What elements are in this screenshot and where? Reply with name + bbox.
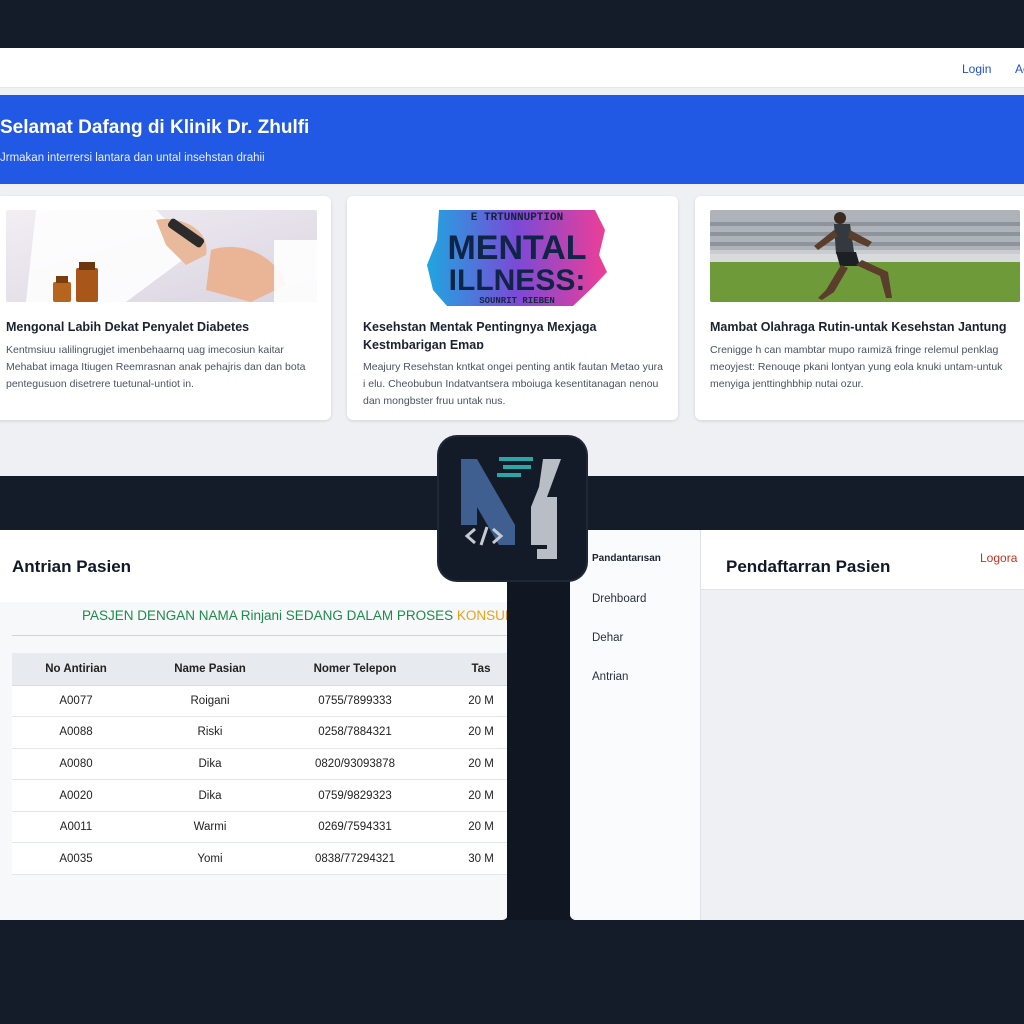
registration-screenshot: Pandantarısan Drehboard Dehar Antrian Pe… [570, 530, 1024, 920]
patient-name: Roigani [140, 685, 280, 718]
date-cell: 30 M [430, 842, 508, 876]
article-excerpt: Meajury Resehstan kntkat ongei penting a… [363, 361, 664, 407]
queue-number: A0020 [12, 779, 140, 812]
brand-logo [439, 437, 586, 580]
table-row[interactable]: A0077 Roigani 0755/7899333 20 M [12, 685, 508, 718]
sidebar: Pandantarısan Drehboard Dehar Antrian [570, 530, 701, 920]
article-excerpt: Kentmsiuu ıalilingrugjet imenbehaarnq ua… [6, 344, 306, 390]
article-card-exercise[interactable]: Mambat Olahraga Rutin-untak Kesehstan Ja… [695, 196, 1024, 420]
registration-header: Pendaftarran Pasien Logora [701, 530, 1024, 590]
table-row[interactable]: A0011 Warmi 0269/7594331 20 M [12, 811, 508, 844]
article-card-diabetes[interactable]: Mengonal Labih Dekat Penyalet Diabetes K… [0, 196, 331, 420]
date-cell: 20 M [430, 811, 508, 844]
queue-number: A0077 [12, 685, 140, 718]
phone-number: 0258/7884321 [280, 716, 430, 749]
logo-divider-bar [507, 560, 570, 920]
logout-link[interactable]: Logora [980, 551, 1017, 565]
poster-text-top: E TRTUNNUPTION [471, 212, 563, 224]
status-highlight: KONSULTA [456, 608, 508, 623]
hero-subtitle: Jrmakan interrersi lantara dan untal ins… [0, 152, 265, 164]
queue-number: A0088 [12, 716, 140, 749]
phone-number: 0820/93093878 [280, 748, 430, 781]
article-title[interactable]: Kesehstan Mentak Pentingnya Mexjaga Kest… [363, 318, 672, 354]
table-row[interactable]: A0088 Riski 0258/7884321 20 M [12, 716, 508, 749]
phone-number: 0838/77294321 [280, 842, 430, 876]
patient-name: Yomi [140, 842, 280, 876]
poster-text-illness: ILLNESS: [449, 264, 586, 297]
running-athlete-photo [710, 210, 1020, 302]
date-cell: 20 M [430, 748, 508, 781]
date-cell: 20 M [430, 685, 508, 718]
poster-text-bottom: SOUNRIT RIEBEN [479, 296, 555, 306]
divider [12, 635, 508, 636]
table-row[interactable]: A0080 Dika 0820/93093878 20 M [12, 748, 508, 781]
phone-number: 0755/7899333 [280, 685, 430, 718]
queue-number: A0080 [12, 748, 140, 781]
queue-header: Antrian Pasien [0, 530, 508, 602]
glucose-test-photo [6, 210, 317, 302]
nav-link-truncated[interactable]: Ac [1015, 62, 1024, 76]
login-link[interactable]: Login [962, 62, 991, 76]
top-navbar: Login Ac [0, 48, 1024, 88]
column-header[interactable]: No Antirian [12, 653, 140, 686]
date-cell: 20 M [430, 779, 508, 812]
sidebar-item-queue[interactable]: Antrian [592, 671, 628, 683]
clinic-website-screenshot: Login Ac Selamat Dafang di Klinik Dr. Zh… [0, 48, 1024, 476]
phone-number: 0269/7594331 [280, 811, 430, 844]
article-image-diabetes [6, 210, 317, 302]
date-cell: 20 M [430, 716, 508, 749]
column-header[interactable]: Name Pasian [140, 653, 280, 686]
article-image-mental-health: E TRTUNNUPTION MENTAL ILLNESS: SOUNRIT R… [347, 210, 678, 310]
column-header[interactable]: Nomer Telepon [280, 653, 430, 686]
article-excerpt: Crenigge h can mambtar mupo raımizä frin… [710, 344, 1003, 390]
queue-screenshot: Antrian Pasien PASJEN DENGAN NAMA Rinjan… [0, 530, 508, 920]
table-row[interactable]: A0020 Dika 0759/9829323 20 M [12, 779, 508, 812]
patient-name: Warmi [140, 811, 280, 844]
column-header[interactable]: Tas [430, 653, 508, 686]
consultation-status: PASJEN DENGAN NAMA Rinjani SEDANG DALAM … [82, 608, 508, 623]
queue-number: A0035 [12, 842, 140, 876]
article-image-exercise [710, 210, 1020, 302]
status-text: PASJEN DENGAN NAMA Rinjani SEDANG DALAM … [82, 608, 457, 623]
poster-text-mental: MENTAL [447, 229, 586, 267]
patient-name: Riski [140, 716, 280, 749]
phone-number: 0759/9829323 [280, 779, 430, 812]
hero-title: Selamat Dafang di Klinik Dr. Zhulfi [0, 117, 310, 138]
article-card-mental-health[interactable]: E TRTUNNUPTION MENTAL ILLNESS: SOUNRIT R… [347, 196, 678, 420]
article-title[interactable]: Mengonal Labih Dekat Penyalet Diabetes [6, 318, 325, 336]
sidebar-brand: Pandantarısan [592, 553, 661, 564]
hero-banner: Selamat Dafang di Klinik Dr. Zhulfi Jrma… [0, 95, 1024, 184]
queue-table: No Antirian Name Pasian Nomer Telepon Ta… [12, 653, 508, 876]
queue-number: A0011 [12, 811, 140, 844]
table-header-row: No Antirian Name Pasian Nomer Telepon Ta… [12, 653, 508, 686]
sidebar-item-dehar[interactable]: Dehar [592, 632, 623, 644]
article-title[interactable]: Mambat Olahraga Rutin-untak Kesehstan Ja… [710, 318, 1024, 336]
table-row[interactable]: A0035 Yomi 0838/77294321 30 M [12, 842, 508, 876]
ny-code-logo-icon [461, 457, 561, 559]
sidebar-item-dashboard[interactable]: Drehboard [592, 593, 646, 605]
page-title: Pendaftarran Pasien [726, 557, 891, 576]
patient-name: Dika [140, 779, 280, 812]
mental-illness-poster: E TRTUNNUPTION MENTAL ILLNESS: SOUNRIT R… [427, 210, 607, 306]
page-title: Antrian Pasien [12, 557, 132, 576]
patient-name: Dika [140, 748, 280, 781]
